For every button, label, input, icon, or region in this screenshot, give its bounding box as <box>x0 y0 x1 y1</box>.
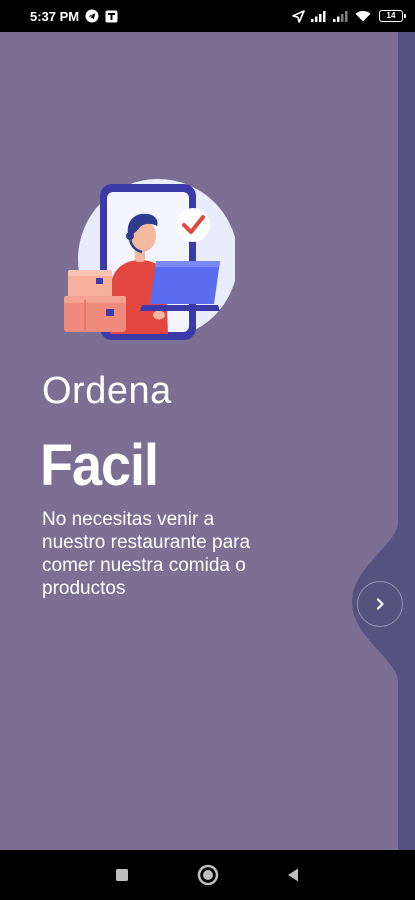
navigation-bar <box>0 850 415 900</box>
battery-icon: 14 <box>379 10 406 22</box>
chevron-right-icon <box>376 598 384 610</box>
next-button[interactable] <box>357 581 403 627</box>
onboarding-page: Ordena Facil No necesitas venir a nuestr… <box>0 32 415 850</box>
recents-button[interactable] <box>109 862 135 888</box>
home-button[interactable] <box>195 862 221 888</box>
telegram-icon <box>85 9 99 23</box>
onboarding-description: No necesitas venir a nuestro restaurante… <box>42 509 251 599</box>
location-arrow-icon <box>292 9 305 23</box>
back-triangle-icon <box>288 868 298 882</box>
signal-icon <box>333 10 349 22</box>
battery-level: 14 <box>386 11 396 20</box>
headline-bold: Facil <box>40 433 159 498</box>
headline-light: Ordena <box>42 370 172 412</box>
signal-icon <box>311 10 327 22</box>
home-circle-icon <box>197 864 219 886</box>
support-agent-illustration <box>64 179 235 340</box>
back-button[interactable] <box>280 862 306 888</box>
status-bar-right: 14 <box>292 9 406 23</box>
status-bar-left: 5:37 PM <box>30 9 118 24</box>
wifi-icon <box>355 10 371 22</box>
status-time: 5:37 PM <box>30 8 80 24</box>
app-screen: 5:37 PM 14 Ordena Facil No necesitas ven… <box>0 0 415 900</box>
notification-app-icon <box>105 10 118 23</box>
recents-square-icon <box>116 869 128 881</box>
status-bar: 5:37 PM 14 <box>0 0 415 32</box>
